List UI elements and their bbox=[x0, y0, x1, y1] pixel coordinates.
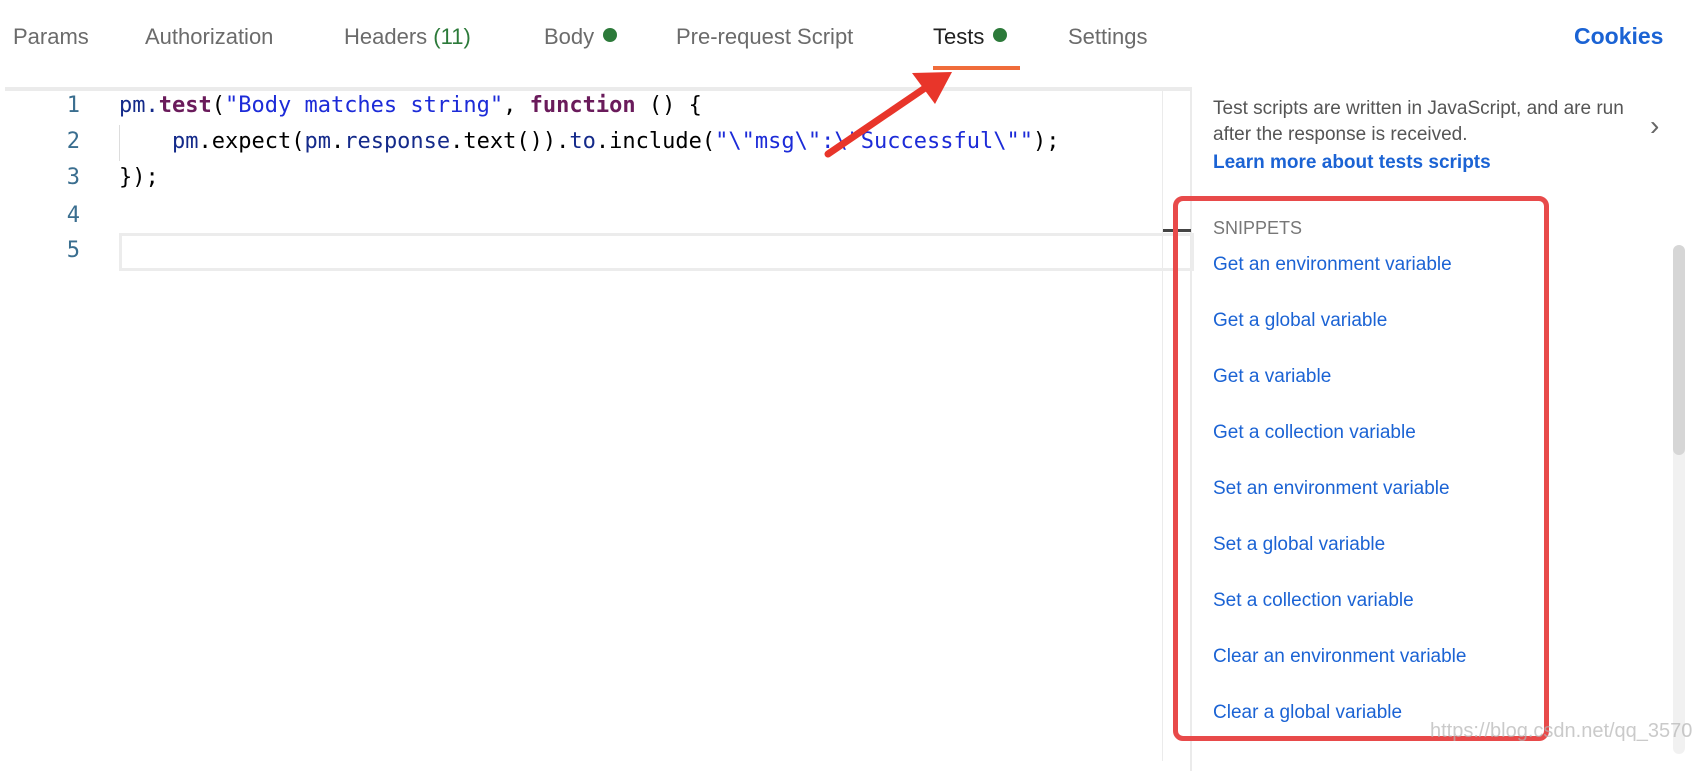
annotation-arrow bbox=[824, 72, 952, 158]
watermark: https://blog.csdn.net/qq_35708058 bbox=[1430, 720, 1692, 742]
